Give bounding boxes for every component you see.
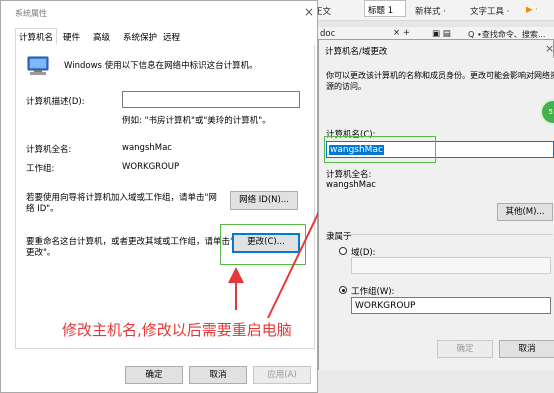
full-name-value: wangshMac [326, 180, 376, 190]
dialog-title: 计算机名/域更改 [325, 47, 388, 57]
workgroup-label: 工作组(W): [351, 287, 395, 297]
highlight-name-input [324, 136, 436, 163]
ok-button[interactable]: 确定 [437, 340, 493, 358]
annotation-text: 修改主机名,修改以后需要重启电脑 [62, 321, 292, 339]
other-button[interactable]: 其他(M)... [497, 203, 553, 221]
intro-line-1: 你可以更改该计算机的名称和成员身份。更改可能会影响对网络资 [326, 71, 554, 80]
intro-line-2: 源的访问。 [326, 82, 366, 91]
domain-input[interactable] [351, 257, 551, 274]
workgroup-input-value: WORKGROUP [355, 301, 416, 311]
member-of-label: 隶属于 [326, 232, 352, 242]
dialog-body: 你可以更改该计算机的名称和成员身份。更改可能会影响对网络资 源的访问。 计算机名… [319, 58, 554, 371]
close-icon[interactable]: × [545, 42, 554, 55]
group-divider [337, 234, 553, 235]
workgroup-input[interactable]: WORKGROUP [351, 297, 551, 314]
cancel-button[interactable]: 取消 [499, 340, 554, 358]
full-name-label: 计算机全名: [326, 170, 372, 180]
workgroup-radio[interactable] [339, 286, 347, 294]
domain-radio[interactable] [339, 247, 347, 255]
computer-name-dialog: 计算机名/域更改 × 你可以更改该计算机的名称和成员身份。更改可能会影响对网络资… [318, 39, 554, 371]
floating-badge-text: 51 [548, 108, 554, 116]
